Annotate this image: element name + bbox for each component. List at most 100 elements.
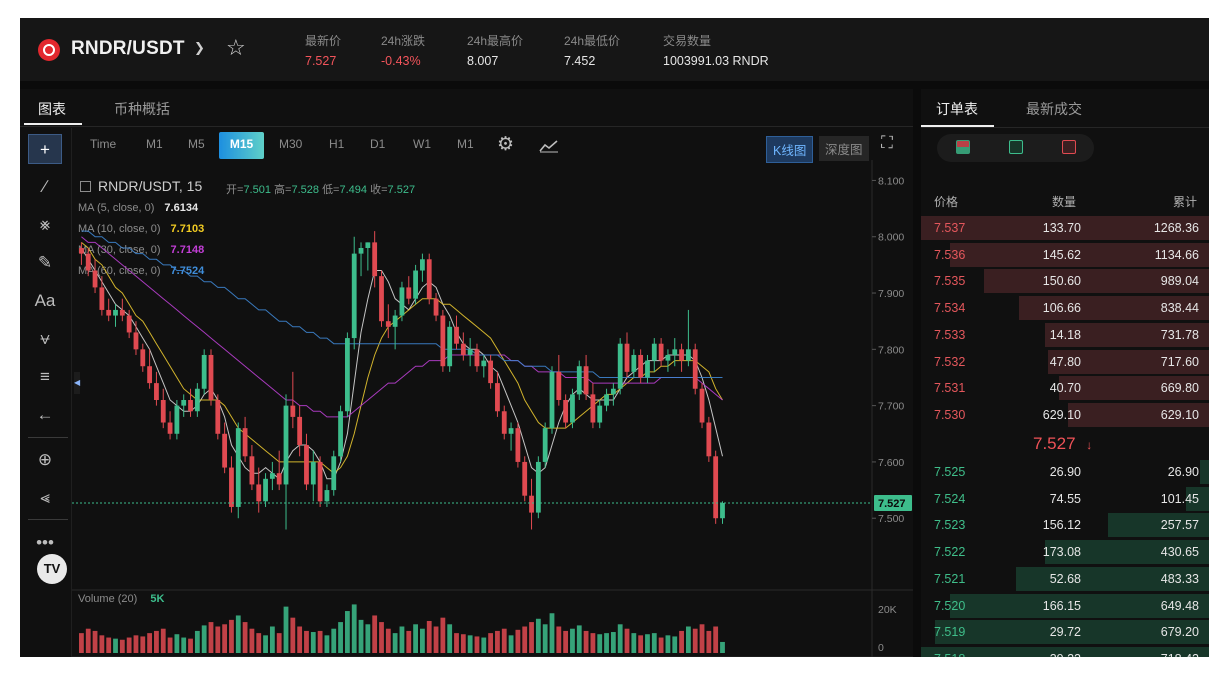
bid-row[interactable]: 7.519 29.72 679.20 [921, 619, 1209, 645]
measure-tool-icon[interactable]: ≡ [28, 362, 62, 392]
interval-m5[interactable]: M5 [188, 137, 205, 151]
candle-body[interactable] [331, 456, 337, 491]
ask-row[interactable]: 7.535 150.60 989.04 [921, 268, 1209, 294]
candle-body[interactable] [447, 326, 453, 367]
candle-body[interactable] [651, 343, 657, 361]
bid-row[interactable]: 7.520 166.15 649.48 [921, 593, 1209, 619]
candle-body[interactable] [160, 400, 166, 423]
candle-body[interactable] [515, 428, 521, 462]
candle-body[interactable] [454, 326, 459, 344]
candle-body[interactable] [542, 428, 548, 462]
candle-body[interactable] [263, 478, 268, 502]
tab-orderbook[interactable]: 订单表 [936, 99, 978, 119]
fullscreen-icon[interactable]: ⛶ [881, 133, 893, 153]
candle-body[interactable] [99, 287, 105, 310]
pair-title[interactable]: RNDR/USDT [71, 38, 185, 60]
bid-row[interactable]: 7.523 156.12 257.57 [921, 512, 1209, 538]
candle-body[interactable] [501, 411, 507, 434]
candle-body[interactable] [181, 400, 187, 406]
candle-body[interactable] [413, 270, 418, 299]
candle-body[interactable] [426, 259, 432, 299]
candle-body[interactable] [290, 405, 296, 417]
ask-row[interactable]: 7.533 14.18 731.78 [921, 322, 1209, 348]
favorite-star-icon[interactable]: ☆ [226, 35, 246, 61]
bid-row[interactable]: 7.525 26.90 26.90 [921, 459, 1209, 485]
candle-body[interactable] [392, 315, 398, 327]
candle-body[interactable] [154, 383, 159, 400]
candle-body[interactable] [358, 248, 364, 254]
candle-body[interactable] [583, 366, 589, 395]
tab-coin-overview[interactable]: 币种概括 [114, 99, 170, 119]
candle-body[interactable] [488, 360, 494, 384]
candle-body[interactable] [79, 248, 84, 254]
candle-body[interactable] [679, 349, 684, 361]
back-arrow-icon[interactable]: ← [28, 400, 62, 430]
candle-body[interactable] [310, 461, 316, 485]
candle-body[interactable] [706, 422, 712, 457]
candle-body[interactable] [85, 253, 91, 271]
candle-body[interactable] [317, 461, 323, 502]
candle-body[interactable] [631, 354, 637, 372]
ask-row[interactable]: 7.532 47.80 717.60 [921, 349, 1209, 375]
candle-body[interactable] [433, 298, 439, 316]
candle-body[interactable] [208, 354, 214, 400]
mode-both-icon[interactable] [956, 140, 970, 154]
candle-body[interactable] [242, 428, 248, 457]
candle-body[interactable] [283, 405, 289, 485]
candle-body[interactable] [563, 400, 569, 423]
candle-body[interactable] [119, 309, 125, 316]
brush-tool-icon[interactable]: ✎ [28, 248, 62, 278]
candle-body[interactable] [529, 495, 534, 513]
candlestick-chart[interactable]: 8.1008.0007.9007.8007.7007.6007.50020K01… [72, 160, 913, 657]
candle-body[interactable] [460, 343, 466, 355]
candle-body[interactable] [215, 400, 221, 434]
settings-gear-icon[interactable]: ⚙ [497, 133, 514, 156]
candle-body[interactable] [624, 343, 630, 372]
candle-body[interactable] [372, 242, 378, 277]
candle-body[interactable] [106, 309, 112, 316]
candle-body[interactable] [167, 422, 173, 434]
candle-body[interactable] [713, 456, 719, 519]
candle-body[interactable] [672, 349, 678, 355]
candle-body[interactable] [399, 287, 405, 316]
bid-row[interactable]: 7.518 39.22 718.42 [921, 646, 1209, 657]
candle-body[interactable] [549, 371, 555, 429]
depth-view-button[interactable]: 深度图 [819, 136, 869, 161]
mode-bids-icon[interactable] [1009, 140, 1023, 154]
candle-body[interactable] [92, 270, 98, 288]
candle-body[interactable] [597, 405, 603, 423]
candle-body[interactable] [535, 461, 541, 513]
candle-body[interactable] [174, 405, 180, 434]
candle-body[interactable] [344, 338, 350, 412]
candle-body[interactable] [249, 456, 255, 485]
more-icon[interactable]: ••• [28, 528, 62, 558]
candle-body[interactable] [379, 276, 384, 322]
candle-body[interactable] [194, 388, 200, 412]
text-tool-icon[interactable]: Aa [28, 286, 62, 316]
candle-body[interactable] [576, 366, 582, 395]
bid-row[interactable]: 7.522 173.08 430.65 [921, 539, 1209, 565]
ask-row[interactable]: 7.531 40.70 669.80 [921, 375, 1209, 401]
crosshair-tool-icon[interactable]: + [28, 134, 62, 164]
candle-body[interactable] [440, 315, 446, 367]
candle-body[interactable] [604, 394, 609, 406]
candle-body[interactable] [420, 259, 425, 271]
interval-w1[interactable]: W1 [413, 137, 431, 151]
candle-body[interactable] [385, 321, 391, 327]
ask-row[interactable]: 7.534 106.66 838.44 [921, 295, 1209, 321]
candle-body[interactable] [365, 242, 371, 248]
candle-body[interactable] [276, 473, 282, 485]
candle-body[interactable] [406, 287, 412, 299]
candle-body[interactable] [222, 433, 228, 468]
candle-body[interactable] [467, 349, 473, 355]
tab-recent-trades[interactable]: 最新成交 [1026, 99, 1082, 119]
candle-body[interactable] [474, 349, 480, 367]
candle-body[interactable] [638, 354, 644, 378]
interval-h1[interactable]: H1 [329, 137, 344, 151]
candle-body[interactable] [645, 360, 650, 378]
candle-body[interactable] [113, 309, 118, 316]
candle-body[interactable] [665, 354, 671, 361]
candle-body[interactable] [720, 503, 725, 519]
candle-body[interactable] [235, 428, 241, 507]
candle-body[interactable] [140, 349, 146, 367]
